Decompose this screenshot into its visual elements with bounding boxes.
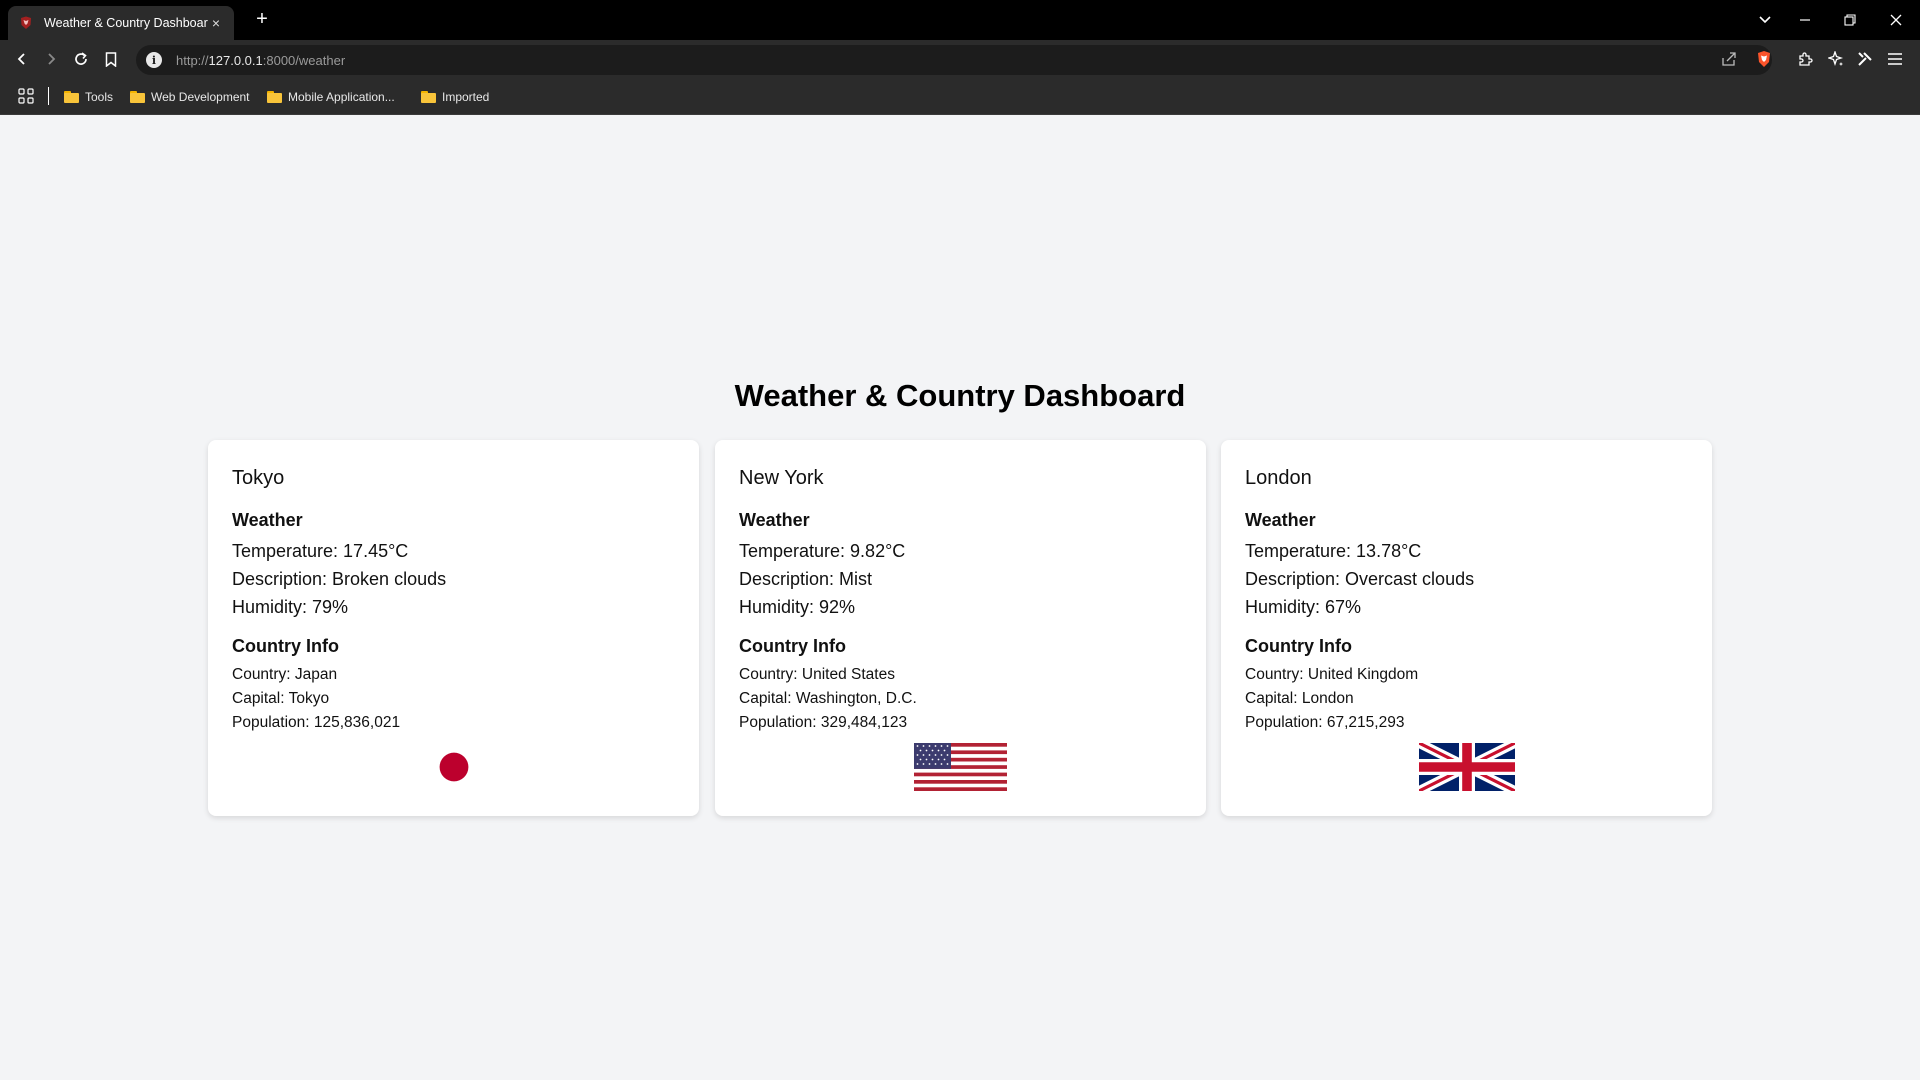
city-card-london: London Weather Temperature: 13.78°C Desc… <box>1221 440 1712 816</box>
apps-grid-icon[interactable] <box>18 88 34 104</box>
bookmark-label: Web Development <box>151 90 250 104</box>
tab-search-chevron-icon[interactable] <box>1745 0 1785 40</box>
temperature-text: Temperature: 13.78°C <box>1245 541 1422 561</box>
bookmark-folder-web-development[interactable]: Web Development <box>130 87 250 107</box>
url-text[interactable]: http://127.0.0.1:8000/weather <box>176 53 345 68</box>
minimize-icon[interactable] <box>1785 0 1825 40</box>
tools-icon[interactable] <box>1852 46 1878 72</box>
page-title: Weather & Country Dashboard <box>734 378 1186 413</box>
city-card-new-york: New York Weather Temperature: 9.82°C Des… <box>715 440 1206 816</box>
japan-flag-icon <box>417 743 490 791</box>
folder-icon <box>64 91 79 103</box>
description-text: Description: Overcast clouds <box>1245 569 1475 589</box>
city-card-tokyo: Tokyo Weather Temperature: 17.45°C Descr… <box>208 440 699 816</box>
capital-text: Capital: London <box>1245 690 1354 707</box>
share-icon[interactable] <box>1716 46 1742 72</box>
temperature-text: Temperature: 9.82°C <box>739 541 906 561</box>
flag-container <box>1245 743 1688 791</box>
folder-icon <box>267 91 282 103</box>
capital-text: Capital: Tokyo <box>232 690 330 707</box>
close-window-icon[interactable] <box>1876 0 1916 40</box>
city-name: New York <box>739 467 824 489</box>
menu-icon[interactable] <box>1882 46 1908 72</box>
browser-titlebar: Weather & Country Dashboard × + <box>0 0 1920 40</box>
country-info-heading: Country Info <box>232 636 339 656</box>
humidity-text: Humidity: 67% <box>1245 597 1362 617</box>
bookmarks-bar: Tools Web Development Mobile Application… <box>0 78 1920 115</box>
address-bar[interactable]: i http://127.0.0.1:8000/weather <box>136 45 1772 75</box>
city-name: Tokyo <box>232 467 285 489</box>
browser-tab-active[interactable]: Weather & Country Dashboard × <box>8 6 234 40</box>
country-section: Country Info Country: Japan Capital: Tok… <box>232 636 675 735</box>
weather-section: Weather Temperature: 9.82°C Description:… <box>739 510 1182 621</box>
bookmark-folder-imported[interactable]: Imported <box>421 87 489 107</box>
country-text: Country: United States <box>739 666 895 683</box>
bookmarks-divider <box>48 87 49 105</box>
weather-section: Weather Temperature: 17.45°C Description… <box>232 510 675 621</box>
url-path: :8000/weather <box>262 52 346 68</box>
description-text: Description: Mist <box>739 569 873 589</box>
country-info-heading: Country Info <box>739 636 846 656</box>
bookmark-icon[interactable] <box>98 46 124 72</box>
browser-toolbar: i http://127.0.0.1:8000/weather <box>0 40 1920 78</box>
country-section: Country Info Country: United States Capi… <box>739 636 1182 735</box>
weather-heading: Weather <box>1245 510 1316 530</box>
temperature-text: Temperature: 17.45°C <box>232 541 409 561</box>
country-text: Country: Japan <box>232 666 338 683</box>
population-text: Population: 329,484,123 <box>739 714 908 731</box>
folder-icon <box>421 91 436 103</box>
country-info-heading: Country Info <box>1245 636 1352 656</box>
population-text: Population: 67,215,293 <box>1245 714 1405 731</box>
new-tab-button[interactable]: + <box>250 8 274 32</box>
bookmark-label: Mobile Application... <box>288 90 395 104</box>
tab-title: Weather & Country Dashboard <box>44 16 208 30</box>
us-flag-icon <box>914 743 1007 791</box>
weather-heading: Weather <box>232 510 303 530</box>
bookmark-folder-tools[interactable]: Tools <box>64 87 113 107</box>
weather-heading: Weather <box>739 510 810 530</box>
bookmark-label: Imported <box>442 90 490 104</box>
tab-close-icon[interactable]: × <box>208 15 224 31</box>
site-info-icon[interactable]: i <box>146 52 162 68</box>
bookmark-label: Tools <box>85 90 114 104</box>
humidity-text: Humidity: 92% <box>739 597 856 617</box>
humidity-text: Humidity: 79% <box>232 597 349 617</box>
forward-icon[interactable] <box>38 46 64 72</box>
uk-flag-icon <box>1418 743 1515 791</box>
weather-section: Weather Temperature: 13.78°C Description… <box>1245 510 1688 621</box>
leo-ai-icon[interactable] <box>1823 46 1849 72</box>
country-section: Country Info Country: United Kingdom Cap… <box>1245 636 1688 735</box>
population-text: Population: 125,836,021 <box>232 714 401 731</box>
reload-icon[interactable] <box>68 46 94 72</box>
flag-container <box>739 743 1182 791</box>
url-host: 127.0.0.1 <box>208 52 263 68</box>
restore-icon[interactable] <box>1830 0 1870 40</box>
capital-text: Capital: Washington, D.C. <box>739 690 917 707</box>
brave-shields-icon[interactable] <box>1751 46 1777 72</box>
country-text: Country: United Kingdom <box>1245 666 1419 683</box>
url-scheme: http:// <box>176 52 209 68</box>
extensions-icon[interactable] <box>1792 46 1818 72</box>
back-icon[interactable] <box>9 46 35 72</box>
brave-favicon-icon <box>18 15 34 31</box>
city-name: London <box>1245 467 1312 489</box>
folder-icon <box>130 91 145 103</box>
description-text: Description: Broken clouds <box>232 569 447 589</box>
bookmark-folder-mobile-application[interactable]: Mobile Application... <box>267 87 395 107</box>
flag-container <box>232 743 675 791</box>
